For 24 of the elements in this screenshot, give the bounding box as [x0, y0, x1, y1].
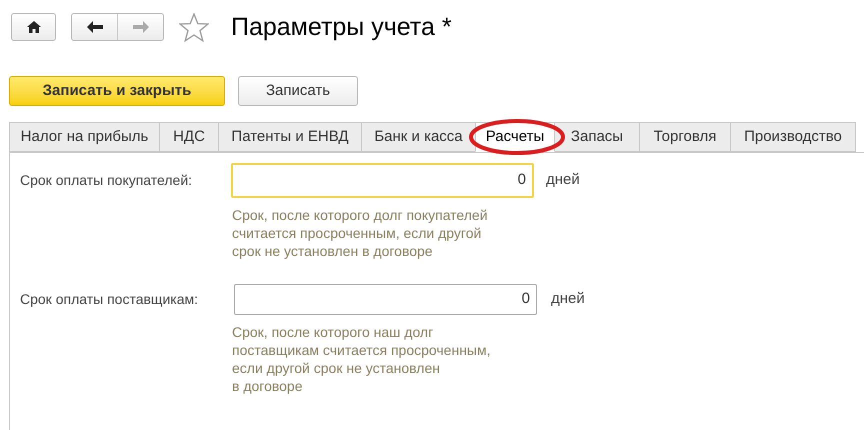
home-icon [26, 21, 40, 33]
field-hint: Срок, после которого долг покупателей считается просроченным, если другой срок не установлен в договоре [232, 206, 489, 260]
tab[interactable]: Запасы [554, 122, 640, 152]
field-label: Срок оплаты покупателей: [20, 171, 194, 190]
unit-label: дней [551, 289, 585, 310]
tab[interactable]: Патенты и ЕНВД [218, 122, 362, 152]
tab[interactable]: Банк и касса [361, 122, 476, 152]
tab[interactable]: Торговля [639, 122, 731, 152]
save-button[interactable]: Записать [238, 76, 358, 106]
field-hint: Срок, после которого наш долг поставщикам считается просроченным, если другой срок не установлен в договоре [232, 323, 492, 395]
save-and-close-button[interactable]: Записать и закрыть [9, 76, 225, 106]
input-field[interactable]: 0 [231, 163, 534, 198]
home-button[interactable] [11, 13, 56, 41]
window-title: Параметры учета * [231, 14, 452, 40]
left-arrow-icon [86, 21, 102, 33]
unit-label: дней [546, 170, 580, 190]
tab[interactable]: НДС [159, 122, 219, 152]
star-icon [179, 12, 209, 42]
right-arrow-icon [132, 21, 148, 33]
field-label: Срок оплаты поставщикам: [20, 290, 199, 309]
input-field[interactable]: 0 [234, 284, 537, 315]
tab[interactable]: Налог на прибыль [9, 122, 160, 152]
favorite-button[interactable] [178, 11, 210, 43]
tab[interactable]: Производство [730, 122, 856, 152]
